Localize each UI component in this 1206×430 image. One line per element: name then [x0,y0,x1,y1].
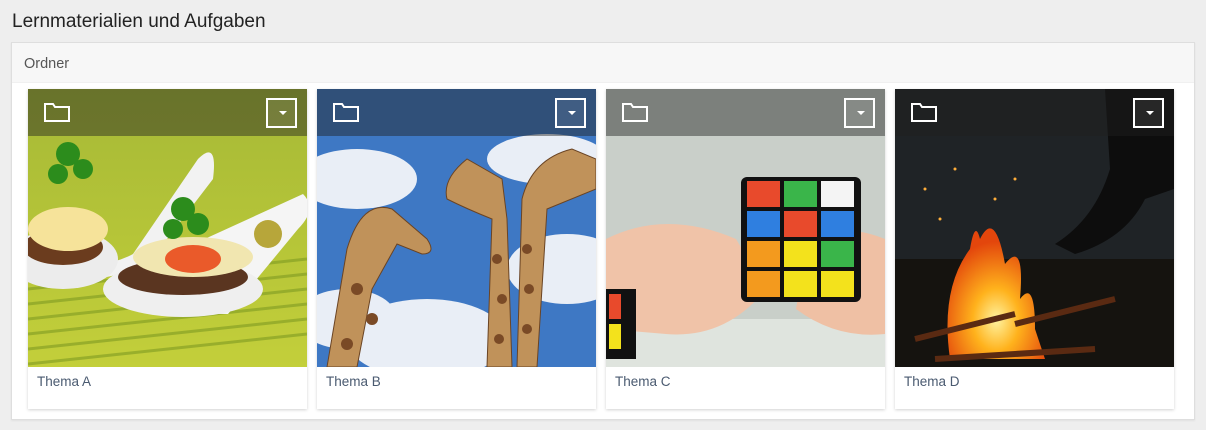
folder-label[interactable]: Thema A [37,374,91,389]
folder-dropdown-button[interactable] [555,98,586,128]
folder-label[interactable]: Thema D [904,374,960,389]
folder-image-b[interactable] [317,89,596,367]
folder-icon [333,103,359,122]
folder-card-c[interactable]: Thema C [606,89,885,409]
folder-label[interactable]: Thema B [326,374,381,389]
folder-icon [44,103,70,122]
folder-image-c[interactable] [606,89,885,367]
folder-image-a[interactable] [28,89,307,367]
folder-dropdown-button[interactable] [844,98,875,128]
folder-dropdown-button[interactable] [1133,98,1164,128]
folder-icon [911,103,937,122]
folder-card-d[interactable]: Thema D [895,89,1174,409]
folder-card-b[interactable]: Thema B [317,89,596,409]
folders-panel: Ordner Thema A Thema B Thema C Thema D [11,42,1195,420]
folder-card-a[interactable]: Thema A [28,89,307,409]
page-title: Lernmaterialien und Aufgaben [12,11,266,32]
folder-icon [622,103,648,122]
panel-header: Ordner [12,43,1194,83]
folder-dropdown-button[interactable] [266,98,297,128]
folder-label[interactable]: Thema C [615,374,671,389]
folder-image-d[interactable] [895,89,1174,367]
